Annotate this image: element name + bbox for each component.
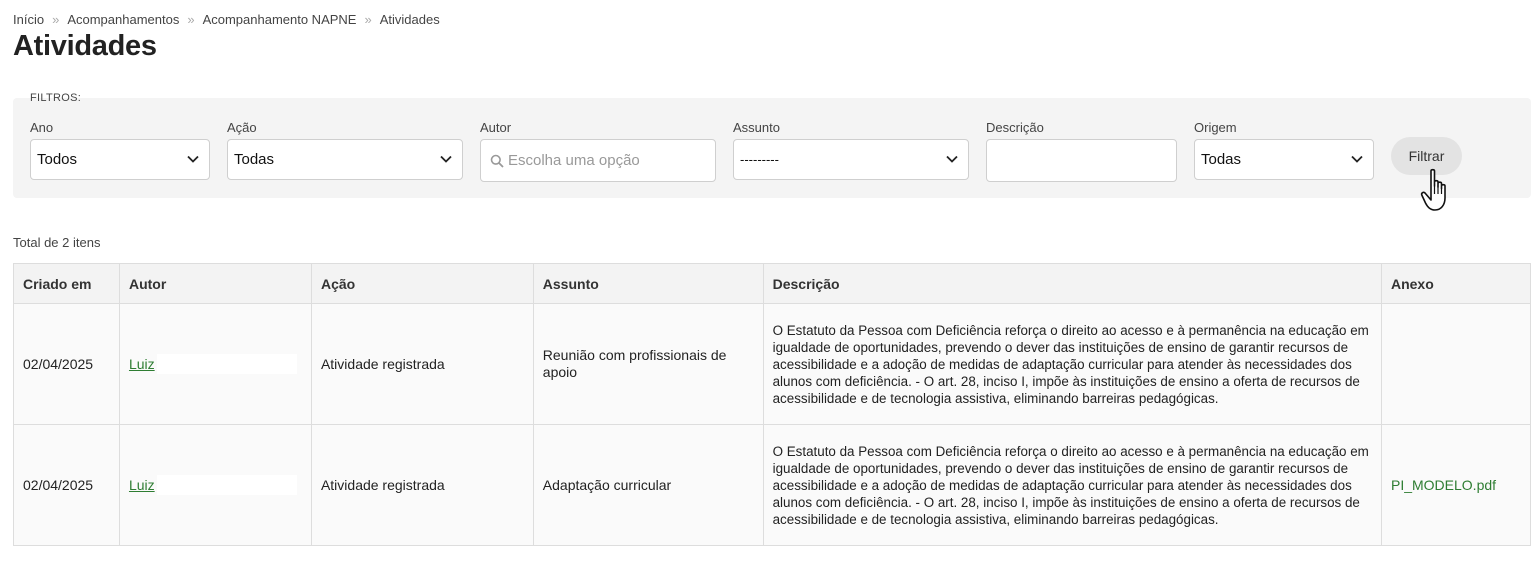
chevron-down-icon [946,155,958,163]
cell-description: O Estatuto da Pessoa com Deficiência ref… [762,424,1382,546]
column-header-autor: Autor [118,263,312,304]
author-name: Luiz [128,476,155,493]
cell-created: 02/04/2025 [13,424,120,546]
filter-ano-value: Todos [37,151,78,168]
cell-subject: Adaptação curricular [532,424,764,546]
filter-ano: Ano Todos [30,120,210,180]
author-name: Luiz [128,355,155,372]
filter-autor-placeholder: Escolha uma opção [508,152,640,169]
filter-assunto-value: --------- [740,152,779,167]
filter-ano-select[interactable]: Todos [30,139,210,180]
cell-author: Luiz [118,303,312,425]
table-row: 02/04/2025 Luiz Atividade registrada Ada… [13,424,1532,546]
cell-created: 02/04/2025 [13,303,120,425]
breadcrumb: Início » Acompanhamentos » Acompanhament… [13,12,440,27]
chevron-down-icon [1351,155,1363,163]
breadcrumb-item-acompanhamentos[interactable]: Acompanhamentos [67,12,179,27]
page-title: Atividades [13,30,157,62]
author-link[interactable]: Luiz [129,475,297,495]
column-header-anexo: Anexo [1380,263,1532,304]
redacted-text [156,354,297,374]
search-icon [490,154,504,168]
filter-autor-input[interactable]: Escolha uma opção [480,139,716,182]
column-header-criado-em: Criado em [13,263,120,304]
results-table: Criado em Autor Ação Assunto Descrição A… [13,263,1532,546]
cell-action: Atividade registrada [310,303,534,425]
filter-assunto-label: Assunto [733,120,780,135]
cell-subject: Reunião com profissionais de apoio [532,303,764,425]
filter-acao-value: Todas [234,151,275,168]
table-header-row: Criado em Autor Ação Assunto Descrição A… [13,263,1532,304]
filter-acao-select[interactable]: Todas [227,139,463,180]
filter-acao-label: Ação [227,120,257,135]
filters-title: FILTROS: [30,92,82,104]
filter-autor-label: Autor [480,120,512,135]
breadcrumb-separator: » [364,12,372,27]
table-row: 02/04/2025 Luiz Atividade registrada Reu… [13,303,1532,425]
column-header-descricao: Descrição [762,263,1382,304]
chevron-down-icon [440,155,452,163]
cell-author: Luiz [118,424,312,546]
filter-assunto: Assunto --------- [733,120,969,180]
cell-attachment [1380,303,1532,425]
attachment-link[interactable]: PI_MODELO.pdf [1391,477,1496,493]
redacted-text [156,475,297,495]
column-header-acao: Ação [310,263,534,304]
breadcrumb-separator: » [187,12,195,27]
chevron-down-icon [187,155,199,163]
filter-descricao-label: Descrição [986,120,1044,135]
cell-attachment: PI_MODELO.pdf [1380,424,1532,546]
filter-origem: Origem Todas [1194,120,1374,180]
filter-autor: Autor Escolha uma opção [480,120,716,182]
hand-pointer-icon [1420,168,1446,211]
author-link[interactable]: Luiz [129,354,297,374]
breadcrumb-separator: » [52,12,60,27]
filter-descricao-input[interactable] [986,139,1177,182]
filter-assunto-select[interactable]: --------- [733,139,969,180]
total-items: Total de 2 itens [13,235,101,250]
filter-origem-select[interactable]: Todas [1194,139,1374,180]
cell-description: O Estatuto da Pessoa com Deficiência ref… [762,303,1382,425]
breadcrumb-item-acompanhamento-napne[interactable]: Acompanhamento NAPNE [203,12,357,27]
filter-descricao: Descrição [986,120,1177,182]
filter-origem-label: Origem [1194,120,1237,135]
breadcrumb-item-atividades: Atividades [379,12,440,27]
filters-panel: FILTROS: Ano Todos Ação Todas Autor Esco… [13,92,1531,198]
cell-action: Atividade registrada [310,424,534,546]
breadcrumb-item-inicio[interactable]: Início [13,12,44,27]
filter-origem-value: Todas [1201,151,1242,168]
filter-acao: Ação Todas [227,120,463,180]
filter-ano-label: Ano [30,120,54,135]
column-header-assunto: Assunto [532,263,764,304]
